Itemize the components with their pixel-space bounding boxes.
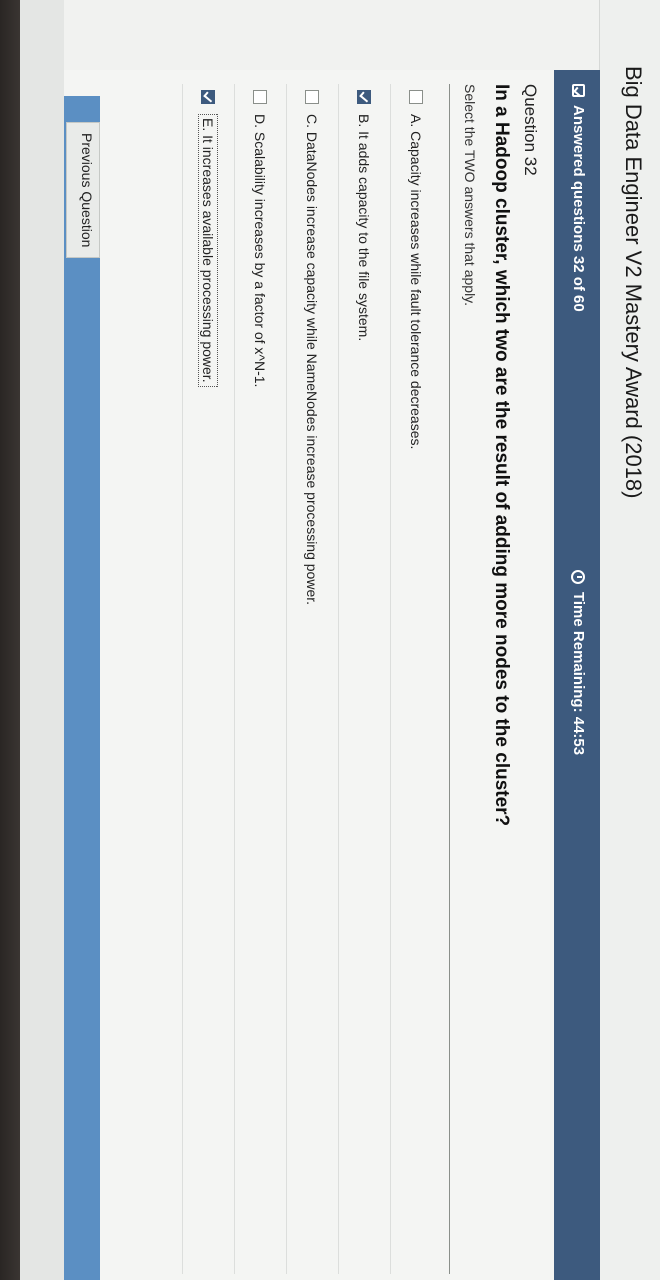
answer-option-c[interactable]: C. DataNodes increase capacity while Nam… [286,84,338,1274]
previous-question-button[interactable]: Previous Question [66,122,100,259]
answer-checkbox-d[interactable] [253,90,268,104]
exam-status-bar: Answered questions 32 of 60 Time Remaini… [554,70,600,1280]
footer-accent-bar [64,96,100,1280]
title-bar: Big Data Engineer V2 Mastery Award (2018… [599,0,660,1280]
answer-label-a: A. Capacity increases while fault tolera… [408,114,425,450]
footer-bar [20,0,64,1280]
window-title: Big Data Engineer V2 Mastery Award (2018… [621,66,646,499]
answer-option-b[interactable]: B. It adds capacity to the file system. [338,84,390,1274]
exam-window: Big Data Engineer V2 Mastery Award (2018… [20,0,660,1280]
question-text: In a Hadoop cluster, which two are the r… [491,84,512,827]
answered-label: Answered questions 32 of 60 [570,105,587,312]
time-remaining: Time Remaining: 44:53 [570,570,587,755]
checkbox-icon [572,84,585,97]
question-number: Question 32 [521,84,540,176]
answer-checkbox-e[interactable] [201,90,216,104]
answer-checkbox-a[interactable] [409,90,424,104]
answer-label-e: E. It increases available processing pow… [198,114,219,387]
answer-option-a[interactable]: A. Capacity increases while fault tolera… [390,84,442,1274]
answer-option-d[interactable]: D. Scalability increases by a factor of … [234,84,286,1274]
question-panel: Question 32 In a Hadoop cluster, which t… [20,70,554,1280]
answered-counter: Answered questions 32 of 60 [570,84,587,312]
answer-label-b: B. It adds capacity to the file system. [356,114,373,342]
answer-checkbox-c[interactable] [305,90,320,104]
answer-checkbox-b[interactable] [357,90,372,104]
timer-label: Time Remaining: 44:53 [570,592,587,756]
answer-instruction: Select the TWO answers that apply. [462,84,478,307]
answer-label-d: D. Scalability increases by a factor of … [252,114,269,388]
divider [449,84,450,1274]
clock-icon [571,570,586,584]
answer-option-e[interactable]: E. It increases available processing pow… [182,84,234,1274]
answer-list: A. Capacity increases while fault tolera… [182,84,442,1274]
answer-label-c: C. DataNodes increase capacity while Nam… [304,114,321,606]
